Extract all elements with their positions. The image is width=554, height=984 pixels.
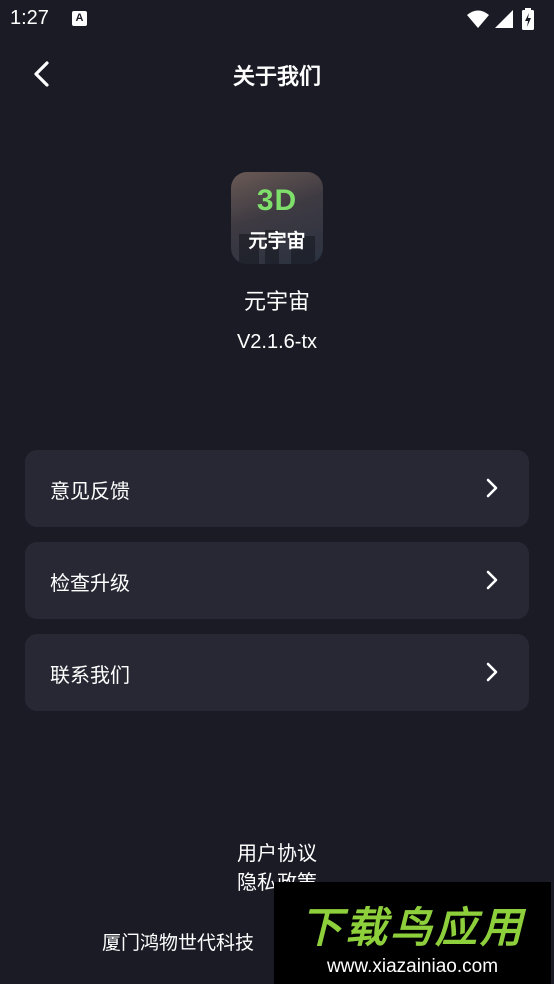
company-name: 厦门鸿物世代科技 <box>102 932 255 954</box>
chevron-right-icon <box>486 570 498 590</box>
status-time: 1:27 <box>10 7 49 29</box>
wifi-icon <box>467 10 489 28</box>
app-logo-3d-text: 3D <box>256 184 298 217</box>
menu-item-label: 意见反馈 <box>50 479 130 503</box>
battery-charging-icon <box>522 8 534 30</box>
watermark-url: www.xiazainiao.com <box>326 956 499 977</box>
menu-item-label: 联系我们 <box>50 663 130 687</box>
check-update-menu-item[interactable]: 检查升级 <box>25 542 529 619</box>
status-bar: 1:27 A <box>0 0 554 38</box>
menu-item-label: 检查升级 <box>50 571 130 595</box>
app-name: 元宇宙 <box>243 290 310 315</box>
chevron-right-icon <box>486 478 498 498</box>
signal-icon <box>495 10 513 28</box>
status-icons <box>466 8 546 30</box>
app-logo: 3D 元宇宙 <box>231 172 323 264</box>
app-logo-name-text: 元宇宙 <box>248 230 306 252</box>
header: 关于我们 <box>0 46 554 102</box>
notification-icon: A <box>72 11 87 26</box>
user-agreement-link[interactable]: 用户协议 <box>0 837 554 866</box>
chevron-right-icon <box>486 662 498 682</box>
page-title: 关于我们 <box>232 65 321 90</box>
watermark-brand: 下载鸟应用 <box>299 903 525 952</box>
feedback-menu-item[interactable]: 意见反馈 <box>25 450 529 527</box>
watermark: 下载鸟应用 www.xiazainiao.com <box>274 882 551 984</box>
contact-us-menu-item[interactable]: 联系我们 <box>25 634 529 711</box>
app-version: V2.1.6-tx <box>236 331 318 353</box>
